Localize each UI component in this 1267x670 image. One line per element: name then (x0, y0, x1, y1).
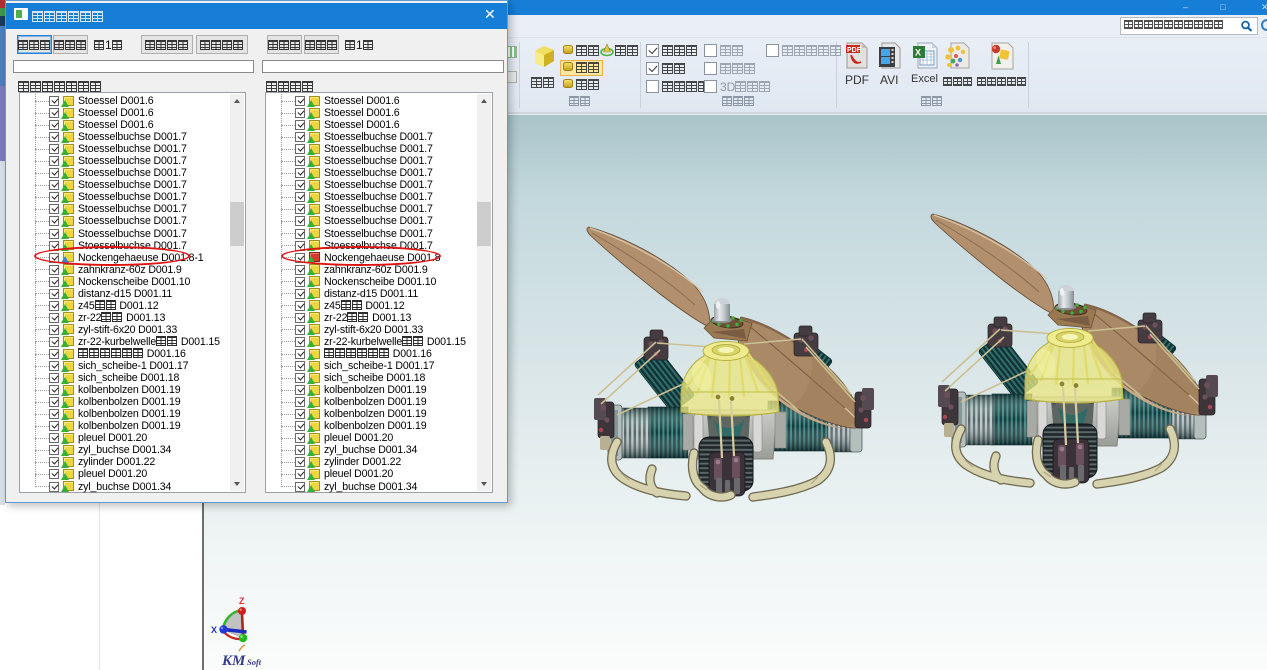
svg-text:PDF: PDF (847, 47, 862, 54)
svg-text:X: X (915, 48, 921, 58)
